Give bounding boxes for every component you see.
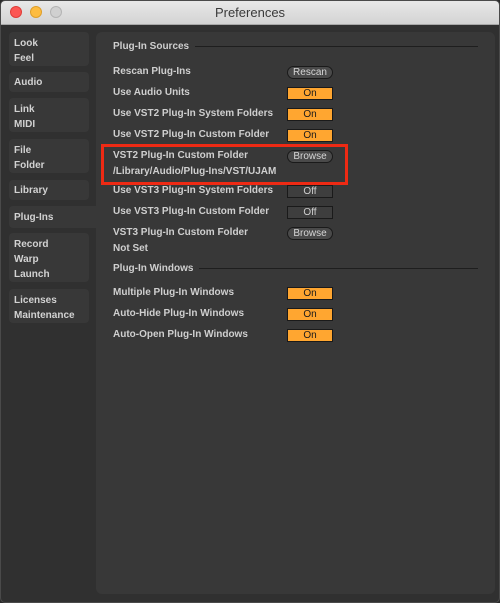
plug-in-sources-header: Plug-In Sources — [113, 41, 478, 52]
section-title: Plug-In Windows — [113, 263, 194, 274]
vst3-browse-button[interactable]: Browse — [287, 227, 333, 240]
use-vst2-custom-folder-label: Use VST2 Plug-In Custom Folder — [113, 129, 270, 140]
tab-label: File — [14, 145, 32, 156]
use-vst2-custom-folder-toggle[interactable]: On — [287, 129, 333, 142]
tab-audio[interactable]: Audio — [9, 72, 89, 92]
tab-label: Look — [14, 38, 38, 49]
auto-hide-plug-in-windows-label: Auto-Hide Plug-In Windows — [113, 308, 245, 319]
window-title: Preferences — [214, 5, 286, 20]
use-audio-units-label: Use Audio Units — [113, 87, 190, 98]
vst3-custom-folder-label: VST3 Plug-In Custom Folder — [113, 227, 249, 238]
multiple-plug-in-windows-label: Multiple Plug-In Windows — [113, 287, 235, 298]
tab-label: Link — [14, 104, 35, 115]
tab-file-folder[interactable]: File Folder — [9, 139, 89, 173]
vst2-browse-button[interactable]: Browse — [287, 150, 333, 163]
multiple-plug-in-windows-toggle[interactable]: On — [287, 287, 333, 300]
tab-label: Library — [14, 185, 48, 196]
section-divider — [195, 46, 478, 47]
use-vst2-system-folders-toggle[interactable]: On — [287, 108, 333, 121]
use-vst3-custom-folder-toggle[interactable]: Off — [287, 206, 333, 219]
section-title: Plug-In Sources — [113, 41, 190, 52]
tab-label: Audio — [14, 77, 43, 88]
tab-label: Warp — [14, 254, 39, 265]
vst3-custom-folder-path: Not Set — [113, 243, 148, 254]
rescan-button[interactable]: Rescan — [287, 66, 333, 79]
tab-label: Folder — [14, 160, 45, 171]
use-vst3-custom-folder-label: Use VST3 Plug-In Custom Folder — [113, 206, 270, 217]
use-vst3-system-folders-label: Use VST3 Plug-In System Folders — [113, 185, 274, 196]
auto-open-plug-in-windows-toggle[interactable]: On — [287, 329, 333, 342]
tab-link-midi[interactable]: Link MIDI — [9, 98, 89, 132]
auto-open-plug-in-windows-label: Auto-Open Plug-In Windows — [113, 329, 248, 340]
plug-in-windows-header: Plug-In Windows — [113, 263, 478, 274]
preferences-window: Preferences Look Feel Audio Link MIDI Fi… — [0, 0, 500, 603]
use-vst3-system-folders-toggle[interactable]: Off — [287, 185, 333, 198]
plug-ins-panel: Plug-In Sources Rescan Plug-Ins Rescan U… — [96, 32, 495, 594]
tab-label: Licenses — [14, 295, 57, 306]
tab-look-feel[interactable]: Look Feel — [9, 32, 89, 66]
section-divider — [199, 268, 478, 269]
use-vst2-system-folders-label: Use VST2 Plug-In System Folders — [113, 108, 274, 119]
tab-label: Maintenance — [14, 310, 75, 321]
tab-record-warp-launch[interactable]: Record Warp Launch — [9, 233, 89, 282]
tab-licenses-maintenance[interactable]: Licenses Maintenance — [9, 289, 89, 323]
auto-hide-plug-in-windows-toggle[interactable]: On — [287, 308, 333, 321]
rescan-plug-ins-label: Rescan Plug-Ins — [113, 66, 191, 77]
vst2-custom-folder-path: /Library/Audio/Plug-Ins/VST/UJAM — [113, 166, 277, 177]
tab-label: Launch — [14, 269, 50, 280]
tab-library[interactable]: Library — [9, 180, 89, 200]
tab-label: MIDI — [14, 119, 36, 130]
vst2-custom-folder-label: VST2 Plug-In Custom Folder — [113, 150, 249, 161]
tab-label: Record — [14, 239, 49, 250]
tab-label: Feel — [14, 53, 35, 64]
use-audio-units-toggle[interactable]: On — [287, 87, 333, 100]
title-bar: Preferences — [1, 1, 499, 25]
tab-plug-ins[interactable]: Plug-Ins — [9, 206, 99, 228]
tab-label: Plug-Ins — [14, 212, 54, 223]
